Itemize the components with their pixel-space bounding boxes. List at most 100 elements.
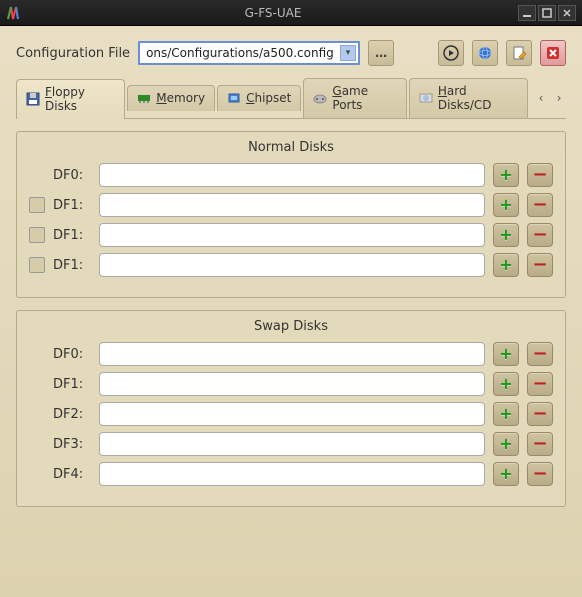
ellipsis-icon: … <box>375 46 387 60</box>
add-disk-button[interactable]: + <box>493 462 519 486</box>
plus-icon: + <box>499 466 512 482</box>
minus-icon: − <box>532 435 547 453</box>
titlebar: G-FS-UAE <box>0 0 582 26</box>
disk-row: DF0: + − <box>29 342 553 366</box>
disk-row: DF1: + − <box>29 372 553 396</box>
tab-floppy-disks[interactable]: Floppy Disks <box>16 79 125 119</box>
document-edit-icon <box>511 45 527 61</box>
plus-icon: + <box>499 406 512 422</box>
disk-path-input[interactable] <box>99 253 485 277</box>
minus-icon: − <box>532 375 547 393</box>
globe-icon <box>477 45 493 61</box>
add-disk-button[interactable]: + <box>493 402 519 426</box>
panel-title: Swap Disks <box>29 319 553 334</box>
add-disk-button[interactable]: + <box>493 342 519 366</box>
tab-label: Hard Disks/CD <box>438 84 518 112</box>
tab-label: Memory <box>156 91 205 105</box>
edit-button[interactable] <box>506 40 532 66</box>
minus-icon: − <box>532 196 547 214</box>
disk-row: DF2: + − <box>29 402 553 426</box>
plus-icon: + <box>499 227 512 243</box>
disk-path-input[interactable] <box>99 432 485 456</box>
disk-row: DF1: + − <box>29 253 553 277</box>
disk-path-input[interactable] <box>99 342 485 366</box>
add-disk-button[interactable]: + <box>493 223 519 247</box>
remove-disk-button[interactable]: − <box>527 462 553 486</box>
disk-path-input[interactable] <box>99 462 485 486</box>
close-icon <box>545 45 561 61</box>
enable-drive-checkbox[interactable] <box>29 197 45 213</box>
minus-icon: − <box>532 226 547 244</box>
add-disk-button[interactable]: + <box>493 193 519 217</box>
remove-disk-button[interactable]: − <box>527 372 553 396</box>
tabs-scroll-right[interactable]: › <box>552 88 566 108</box>
remove-disk-button[interactable]: − <box>527 342 553 366</box>
gamepad-icon <box>313 91 327 105</box>
normal-disks-panel: Normal Disks DF0:+−DF1:+−DF1:+−DF1:+− <box>16 131 566 298</box>
maximize-button[interactable] <box>538 5 556 21</box>
plus-icon: + <box>499 346 512 362</box>
tab-memory[interactable]: Memory <box>127 85 215 111</box>
play-button[interactable] <box>438 40 464 66</box>
plus-icon: + <box>499 376 512 392</box>
add-disk-button[interactable]: + <box>493 432 519 456</box>
memory-icon <box>137 91 151 105</box>
drive-label: DF3: <box>53 437 91 452</box>
harddisk-icon <box>419 91 433 105</box>
chevron-down-icon[interactable]: ▾ <box>340 45 356 61</box>
disk-path-input[interactable] <box>99 402 485 426</box>
window-title: G-FS-UAE <box>30 6 516 20</box>
disk-path-input[interactable] <box>99 193 485 217</box>
drive-label: DF1: <box>53 377 91 392</box>
remove-disk-button[interactable]: − <box>527 223 553 247</box>
plus-icon: + <box>499 257 512 273</box>
config-file-combo[interactable]: ons/Configurations/a500.config ▾ <box>138 41 360 65</box>
drive-label: DF0: <box>53 168 91 183</box>
remove-disk-button[interactable]: − <box>527 402 553 426</box>
tab-chipset[interactable]: Chipset <box>217 85 301 111</box>
disk-row: DF1: + − <box>29 223 553 247</box>
disk-path-input[interactable] <box>99 372 485 396</box>
close-button[interactable] <box>558 5 576 21</box>
plus-icon: + <box>499 167 512 183</box>
enable-drive-checkbox[interactable] <box>29 257 45 273</box>
chipset-icon <box>227 91 241 105</box>
config-file-label: Configuration File <box>16 46 130 61</box>
minus-icon: − <box>532 256 547 274</box>
tab-game-ports[interactable]: Game Ports <box>303 78 406 118</box>
play-icon <box>443 45 459 61</box>
minus-icon: − <box>532 166 547 184</box>
remove-disk-button[interactable]: − <box>527 253 553 277</box>
minus-icon: − <box>532 405 547 423</box>
tab-hard-disks[interactable]: Hard Disks/CD <box>409 78 528 118</box>
app-icon <box>6 5 22 21</box>
remove-disk-button[interactable]: − <box>527 163 553 187</box>
panel-title: Normal Disks <box>29 140 553 155</box>
tab-label: Floppy Disks <box>45 85 115 113</box>
tab-bar: Floppy Disks Memory Chipset Game Ports H… <box>16 78 566 119</box>
tabs-scroll-left[interactable]: ‹ <box>534 88 548 108</box>
drive-label: DF2: <box>53 407 91 422</box>
browse-button[interactable]: … <box>368 40 394 66</box>
drive-label: DF1: <box>53 198 91 213</box>
drive-label: DF1: <box>53 228 91 243</box>
minimize-button[interactable] <box>518 5 536 21</box>
drive-label: DF0: <box>53 347 91 362</box>
floppy-icon <box>26 92 40 106</box>
web-button[interactable] <box>472 40 498 66</box>
disk-path-input[interactable] <box>99 163 485 187</box>
drive-label: DF4: <box>53 467 91 482</box>
disk-row: DF4: + − <box>29 462 553 486</box>
add-disk-button[interactable]: + <box>493 163 519 187</box>
disk-path-input[interactable] <box>99 223 485 247</box>
remove-disk-button[interactable]: − <box>527 432 553 456</box>
drive-label: DF1: <box>53 258 91 273</box>
minus-icon: − <box>532 465 547 483</box>
tab-label: Game Ports <box>332 84 396 112</box>
add-disk-button[interactable]: + <box>493 253 519 277</box>
remove-disk-button[interactable]: − <box>527 193 553 217</box>
add-disk-button[interactable]: + <box>493 372 519 396</box>
minus-icon: − <box>532 345 547 363</box>
delete-button[interactable] <box>540 40 566 66</box>
enable-drive-checkbox[interactable] <box>29 227 45 243</box>
